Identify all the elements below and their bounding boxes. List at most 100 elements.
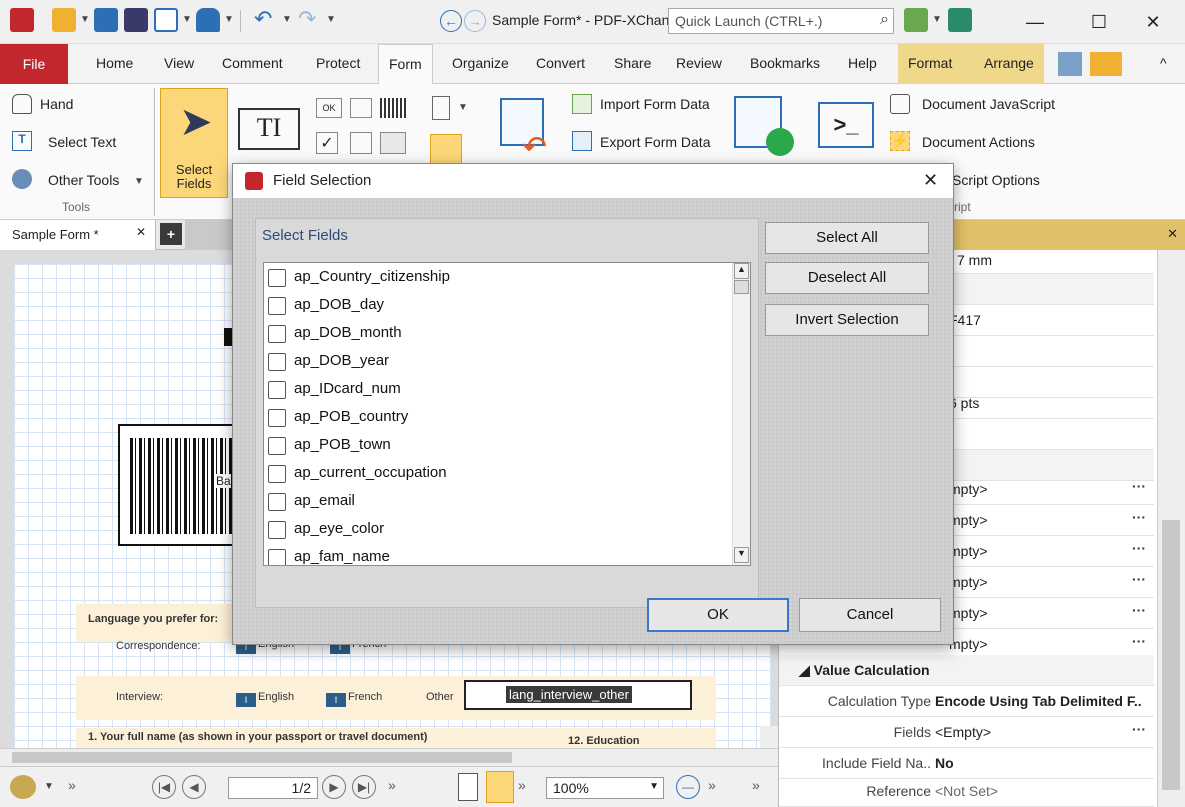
checkbox-field-icon[interactable]: ✓: [316, 132, 338, 154]
chevron-down-icon[interactable]: ▼: [282, 14, 292, 25]
tab-file[interactable]: File: [0, 44, 68, 84]
open-folder-icon[interactable]: [52, 8, 76, 32]
select-text-tool[interactable]: Select Text: [48, 134, 116, 150]
checkbox[interactable]: [268, 549, 286, 565]
more-icon[interactable]: ···: [1132, 478, 1146, 494]
properties-scrollbar[interactable]: [1157, 250, 1185, 807]
print-icon[interactable]: [124, 8, 148, 32]
other-tools-button[interactable]: Other Tools: [48, 172, 119, 188]
invert-selection-button[interactable]: Invert Selection: [765, 304, 929, 336]
highlight-fields-icon[interactable]: [430, 134, 462, 166]
list-item[interactable]: ap_eye_color: [264, 516, 724, 544]
import-form-data-button[interactable]: Import Form Data: [600, 96, 710, 112]
fields-listbox[interactable]: ap_Country_citizenship ap_DOB_day ap_DOB…: [263, 262, 751, 566]
tab-home[interactable]: Home: [96, 55, 133, 71]
list-item[interactable]: ap_current_occupation: [264, 460, 724, 488]
button-field-icon[interactable]: OK: [316, 98, 342, 118]
tab-arrange[interactable]: Arrange: [984, 55, 1034, 71]
more-icon[interactable]: ···: [1132, 509, 1146, 525]
list-item[interactable]: ap_POB_country: [264, 404, 724, 432]
expand-icon[interactable]: »: [752, 777, 760, 793]
chevron-down-icon[interactable]: ▼: [224, 14, 234, 25]
tab-format[interactable]: Format: [908, 55, 952, 71]
close-button[interactable]: ✕: [1136, 8, 1170, 36]
scroll-up-icon[interactable]: ▲: [734, 263, 749, 279]
chevron-down-icon[interactable]: ▼: [80, 14, 90, 25]
chevron-down-icon[interactable]: ▼: [182, 14, 192, 25]
list-item[interactable]: ap_DOB_day: [264, 292, 724, 320]
list-item[interactable]: ap_fam_name: [264, 544, 724, 565]
list-item[interactable]: ap_email: [264, 488, 724, 516]
document-tab[interactable]: Sample Form * ✕: [0, 220, 156, 250]
javascript-console-icon[interactable]: >_: [818, 102, 874, 148]
value-calculation-group[interactable]: ◢ Value Calculation: [779, 655, 1154, 686]
tab-protect[interactable]: Protect: [316, 55, 360, 71]
list-scrollbar[interactable]: ▲ ▼: [732, 263, 750, 565]
tab-convert[interactable]: Convert: [536, 55, 585, 71]
cancel-button[interactable]: Cancel: [799, 598, 941, 632]
redo-icon[interactable]: ↷: [298, 6, 316, 32]
barcode-field[interactable]: Ba: [118, 424, 248, 546]
chevron-down-icon[interactable]: ▼: [458, 102, 468, 113]
close-tab-icon[interactable]: ✕: [136, 225, 146, 239]
tab-organize[interactable]: Organize: [452, 55, 509, 71]
property-row-include-field-name[interactable]: Include Field Na.. No: [779, 748, 1154, 779]
expand-icon[interactable]: »: [68, 777, 76, 793]
single-page-icon[interactable]: [458, 773, 478, 801]
more-icon[interactable]: ···: [1132, 540, 1146, 556]
scroll-thumb[interactable]: [1162, 520, 1180, 790]
vertical-scrollbar[interactable]: [760, 726, 778, 748]
maximize-button[interactable]: ☐: [1082, 8, 1116, 36]
tab-comment[interactable]: Comment: [222, 55, 283, 71]
hand-tool[interactable]: Hand: [40, 96, 73, 112]
checkbox[interactable]: [268, 269, 286, 287]
tab-form[interactable]: Form: [378, 44, 433, 85]
expand-icon[interactable]: »: [388, 777, 396, 793]
chevron-down-icon[interactable]: ▼: [932, 14, 942, 25]
dialog-close-button[interactable]: ✕: [923, 170, 938, 191]
page-number-input[interactable]: 1/2: [228, 777, 318, 799]
expand-icon[interactable]: »: [518, 777, 526, 793]
undo-icon[interactable]: ↶: [254, 6, 272, 32]
listbox-field-icon[interactable]: [350, 98, 372, 118]
scroll-down-icon[interactable]: ▼: [734, 547, 749, 563]
checkbox[interactable]: [268, 465, 286, 483]
new-tab-button[interactable]: +: [160, 223, 182, 245]
french-checkbox-icon[interactable]: I: [326, 693, 346, 707]
checkbox[interactable]: [268, 493, 286, 511]
minimize-button[interactable]: —: [1018, 8, 1052, 36]
save-icon[interactable]: [94, 8, 118, 32]
combobox-field-icon[interactable]: [350, 132, 372, 154]
lang-interview-other-field[interactable]: lang_interview_other: [464, 680, 692, 710]
reset-icon[interactable]: ↶: [522, 130, 547, 165]
checkbox[interactable]: [268, 297, 286, 315]
property-row-fields[interactable]: Fields <Empty> ···: [779, 717, 1154, 748]
property-row-reference[interactable]: Reference <Not Set>: [779, 776, 1154, 807]
scan-icon[interactable]: [196, 8, 220, 32]
checkbox[interactable]: [268, 437, 286, 455]
close-pane-icon[interactable]: ✕: [1167, 226, 1178, 242]
date-field-icon[interactable]: [380, 132, 406, 154]
folder-icon[interactable]: [1090, 52, 1122, 76]
deselect-all-button[interactable]: Deselect All: [765, 262, 929, 294]
fit-icon[interactable]: [948, 8, 972, 32]
export-form-data-button[interactable]: Export Form Data: [600, 134, 710, 150]
expand-icon[interactable]: »: [708, 777, 716, 793]
chevron-down-icon[interactable]: ▼: [326, 14, 336, 25]
tab-help[interactable]: Help: [848, 55, 877, 71]
back-icon[interactable]: ←: [440, 10, 462, 32]
list-item[interactable]: ap_DOB_month: [264, 320, 724, 348]
checkbox[interactable]: [268, 521, 286, 539]
chevron-down-icon[interactable]: ▼: [134, 176, 144, 187]
tab-review[interactable]: Review: [676, 55, 722, 71]
zoom-combobox[interactable]: 100% ▼: [546, 777, 664, 799]
plugin-icon[interactable]: [904, 8, 928, 32]
chevron-down-icon[interactable]: ▼: [44, 781, 54, 792]
select-all-button[interactable]: Select All: [765, 222, 929, 254]
tab-bookmarks[interactable]: Bookmarks: [750, 55, 820, 71]
quick-launch-input[interactable]: Quick Launch (CTRL+.) ⌕: [668, 8, 894, 34]
last-page-icon[interactable]: ▶|: [352, 775, 376, 799]
list-item[interactable]: ap_Country_citizenship: [264, 264, 724, 292]
first-page-icon[interactable]: |◀: [152, 775, 176, 799]
continuous-page-icon[interactable]: [486, 771, 514, 803]
